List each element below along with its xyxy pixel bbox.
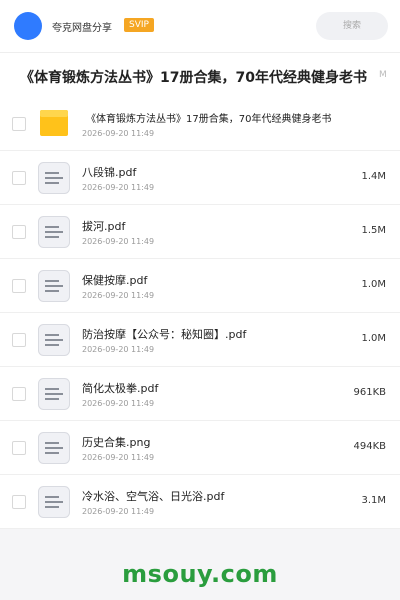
document-icon bbox=[38, 324, 70, 356]
file-name: 冷水浴、空气浴、日光浴.pdf bbox=[82, 490, 225, 503]
select-checkbox[interactable] bbox=[12, 495, 26, 509]
file-name: 历史合集.png bbox=[82, 436, 151, 449]
file-date: 2026-09-20 11:49 bbox=[82, 345, 155, 354]
file-name: 八段锦.pdf bbox=[82, 166, 137, 179]
list-item[interactable]: 八段锦.pdf 2026-09-20 11:49 1.4M bbox=[0, 151, 400, 205]
select-checkbox[interactable] bbox=[12, 333, 26, 347]
document-icon bbox=[38, 378, 70, 410]
file-size: 1.0M bbox=[361, 279, 386, 290]
file-name: 保健按摩.pdf bbox=[82, 274, 148, 287]
file-date: 2026-09-20 11:49 bbox=[82, 453, 155, 462]
file-size: 3.1M bbox=[361, 495, 386, 506]
file-name: 《体育锻炼方法丛书》17册合集，70年代经典健身老书 bbox=[86, 114, 332, 125]
file-date: 2026-09-20 11:49 bbox=[82, 237, 155, 246]
list-item[interactable]: 冷水浴、空气浴、日光浴.pdf 2026-09-20 11:49 3.1M bbox=[0, 475, 400, 529]
file-size: 494KB bbox=[353, 441, 386, 452]
watermark: msouy.com bbox=[122, 560, 278, 588]
select-checkbox[interactable] bbox=[12, 387, 26, 401]
share-title: 《体育锻炼方法丛书》17册合集，70年代经典健身老书 bbox=[20, 70, 367, 86]
file-date: 2026-09-20 11:49 bbox=[82, 183, 155, 192]
select-checkbox[interactable] bbox=[12, 117, 26, 131]
list-item[interactable]: 历史合集.png 2026-09-20 11:49 494KB bbox=[0, 421, 400, 475]
select-checkbox[interactable] bbox=[12, 279, 26, 293]
search-input[interactable]: 搜索 bbox=[316, 12, 388, 40]
document-icon bbox=[38, 432, 70, 464]
document-icon bbox=[38, 162, 70, 194]
folder-icon bbox=[38, 108, 70, 140]
select-checkbox[interactable] bbox=[12, 225, 26, 239]
sharer-name: 夸克网盘分享 bbox=[52, 23, 112, 34]
file-name: 防治按摩【公众号：秘知圈】.pdf bbox=[82, 328, 247, 341]
list-item[interactable]: 拔河.pdf 2026-09-20 11:49 1.5M bbox=[0, 205, 400, 259]
header: 夸克网盘分享 SVIP 搜索 bbox=[0, 0, 400, 52]
share-title-bar: 《体育锻炼方法丛书》17册合集，70年代经典健身老书 M bbox=[0, 52, 400, 97]
document-icon bbox=[38, 270, 70, 302]
file-size: 1.5M bbox=[361, 225, 386, 236]
file-date: 2026-09-20 11:49 bbox=[82, 507, 155, 516]
select-checkbox[interactable] bbox=[12, 441, 26, 455]
document-icon bbox=[38, 486, 70, 518]
avatar[interactable] bbox=[14, 12, 42, 40]
file-date: 2026-09-20 11:49 bbox=[82, 291, 155, 300]
file-size: 1.0M bbox=[361, 333, 386, 344]
select-checkbox[interactable] bbox=[12, 171, 26, 185]
list-item-folder[interactable]: 《体育锻炼方法丛书》17册合集，70年代经典健身老书 2026-09-20 11… bbox=[0, 97, 400, 151]
svip-badge: SVIP bbox=[124, 18, 154, 32]
list-item[interactable]: 保健按摩.pdf 2026-09-20 11:49 1.0M bbox=[0, 259, 400, 313]
document-icon bbox=[38, 216, 70, 248]
file-list: 《体育锻炼方法丛书》17册合集，70年代经典健身老书 2026-09-20 11… bbox=[0, 97, 400, 529]
list-item[interactable]: 简化太极拳.pdf 2026-09-20 11:49 961KB bbox=[0, 367, 400, 421]
file-size: 1.4M bbox=[361, 171, 386, 182]
list-item[interactable]: 防治按摩【公众号：秘知圈】.pdf 2026-09-20 11:49 1.0M bbox=[0, 313, 400, 367]
file-size: 961KB bbox=[353, 387, 386, 398]
file-name: 拔河.pdf bbox=[82, 220, 126, 233]
file-name: 简化太极拳.pdf bbox=[82, 382, 159, 395]
share-size: M bbox=[379, 70, 387, 80]
file-date: 2026-09-20 11:49 bbox=[82, 129, 155, 138]
file-date: 2026-09-20 11:49 bbox=[82, 399, 155, 408]
